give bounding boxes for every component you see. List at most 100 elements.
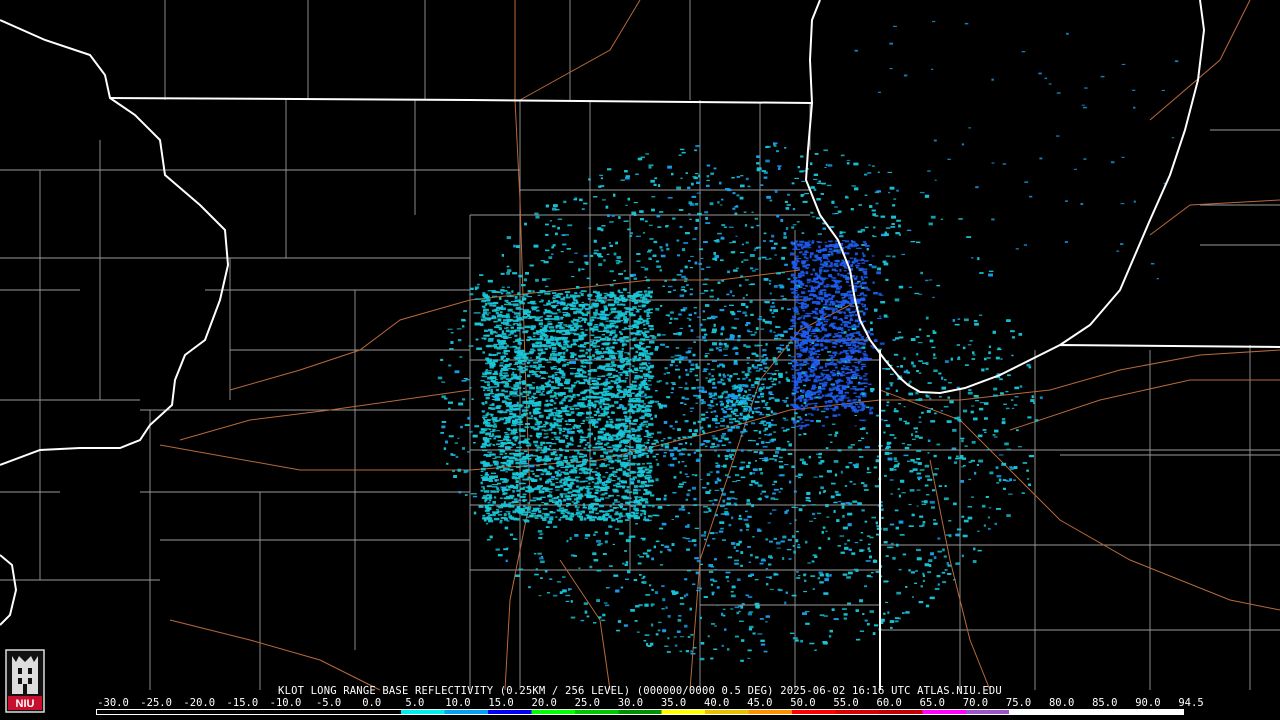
echo-pixel [910, 338, 916, 341]
echo-pixel [763, 232, 767, 235]
echo-pixel [922, 574, 925, 577]
echo-pixel [883, 431, 886, 434]
echo-pixel [447, 328, 453, 330]
echo-pixel [707, 635, 710, 638]
echo-pixel [801, 232, 805, 234]
echo-pixel [712, 397, 717, 400]
echo-pixel [559, 591, 563, 594]
echo-pixel [947, 564, 951, 567]
echo-pixel [719, 342, 722, 346]
echo-pixel [569, 537, 572, 540]
echo-pixel [750, 283, 755, 285]
echo-pixel [918, 421, 922, 423]
echo-pixel [462, 447, 465, 450]
echo-pixel [769, 329, 773, 333]
echo-pixel [462, 325, 465, 328]
echo-pixel [699, 428, 702, 431]
echo-pixel [545, 233, 549, 236]
echo-pixel [566, 539, 569, 543]
echo-pixel [701, 534, 706, 537]
echo-pixel [719, 309, 725, 312]
echo-pixel [773, 431, 777, 433]
echo-pixel [667, 504, 670, 506]
echo-pixel [746, 465, 750, 468]
echo-pixel [661, 334, 666, 336]
echo-pixel [790, 325, 794, 328]
echo-pixel [960, 437, 965, 439]
echo-pixel [635, 173, 639, 175]
echo-pixel [771, 299, 776, 301]
echo-pixel [524, 222, 527, 226]
echo-pixel [605, 604, 610, 607]
echo-pixel [803, 573, 807, 575]
echo-pixel [450, 331, 454, 334]
echo-pixel [835, 431, 839, 434]
echo-pixel [656, 380, 661, 383]
echo-pixel [804, 579, 807, 582]
echo-pixel [583, 254, 588, 257]
echo-pixel [682, 537, 686, 539]
echo-pixel [642, 403, 646, 405]
echo-pixel [800, 194, 805, 196]
echo-pixel [853, 162, 859, 166]
echo-pixel [772, 412, 777, 415]
echo-pixel [778, 167, 781, 170]
echo-pixel [714, 489, 720, 491]
echo-pixel [754, 331, 757, 334]
echo-pixel [903, 420, 907, 422]
echo-pixel [839, 231, 843, 235]
echo-pixel [695, 571, 699, 575]
echo-pixel [770, 410, 773, 414]
echo-pixel [1016, 429, 1019, 432]
echo-pixel [680, 269, 683, 273]
echo-pixel [546, 361, 552, 363]
echo-pixel [988, 351, 991, 355]
echo-pixel [840, 551, 845, 554]
echo-pixel [664, 443, 670, 446]
echo-pixel [1001, 462, 1007, 466]
echo-pixel [866, 574, 871, 578]
echo-pixel [705, 377, 708, 379]
echo-pixel [917, 476, 922, 479]
echo-pixel [693, 451, 696, 454]
echo-pixel [634, 213, 637, 216]
echo-pixel [794, 177, 799, 179]
echo-pixel [593, 485, 600, 489]
echo-pixel [605, 587, 610, 589]
echo-pixel [969, 340, 973, 342]
echo-pixel [802, 612, 807, 615]
echo-pixel [446, 462, 449, 465]
echo-pixel [829, 629, 833, 633]
echo-pixel [649, 328, 654, 331]
echo-pixel [538, 537, 543, 539]
echo-pixel [755, 381, 759, 384]
echo-pixel [729, 421, 734, 424]
echo-pixel [726, 502, 732, 506]
echo-pixel [893, 437, 897, 439]
echo-pixel [830, 495, 835, 499]
echo-pixel [515, 480, 519, 483]
echo-pixel [705, 417, 709, 419]
echo-pixel [646, 279, 650, 282]
echo-pixel [814, 649, 817, 651]
echo-pixel [834, 434, 837, 437]
echo-pixel [754, 579, 759, 581]
echo-pixel [847, 512, 853, 516]
echo-pixel [665, 382, 669, 385]
echo-pixel [733, 327, 737, 330]
echo-pixel [652, 514, 658, 516]
echo-pixel [681, 396, 685, 400]
echo-pixel [826, 358, 831, 362]
echo-pixel [707, 380, 712, 383]
echo-pixel [791, 182, 795, 185]
echo-pixel [715, 532, 718, 534]
echo-pixel [703, 596, 708, 598]
echo-pixel [796, 530, 799, 533]
echo-pixel [837, 413, 841, 416]
echo-pixel [713, 499, 718, 502]
echo-pixel [915, 431, 918, 433]
echo-pixel [736, 543, 740, 546]
echo-pixel [667, 464, 671, 466]
echo-pixel [677, 461, 681, 464]
echo-pixel [649, 375, 655, 378]
